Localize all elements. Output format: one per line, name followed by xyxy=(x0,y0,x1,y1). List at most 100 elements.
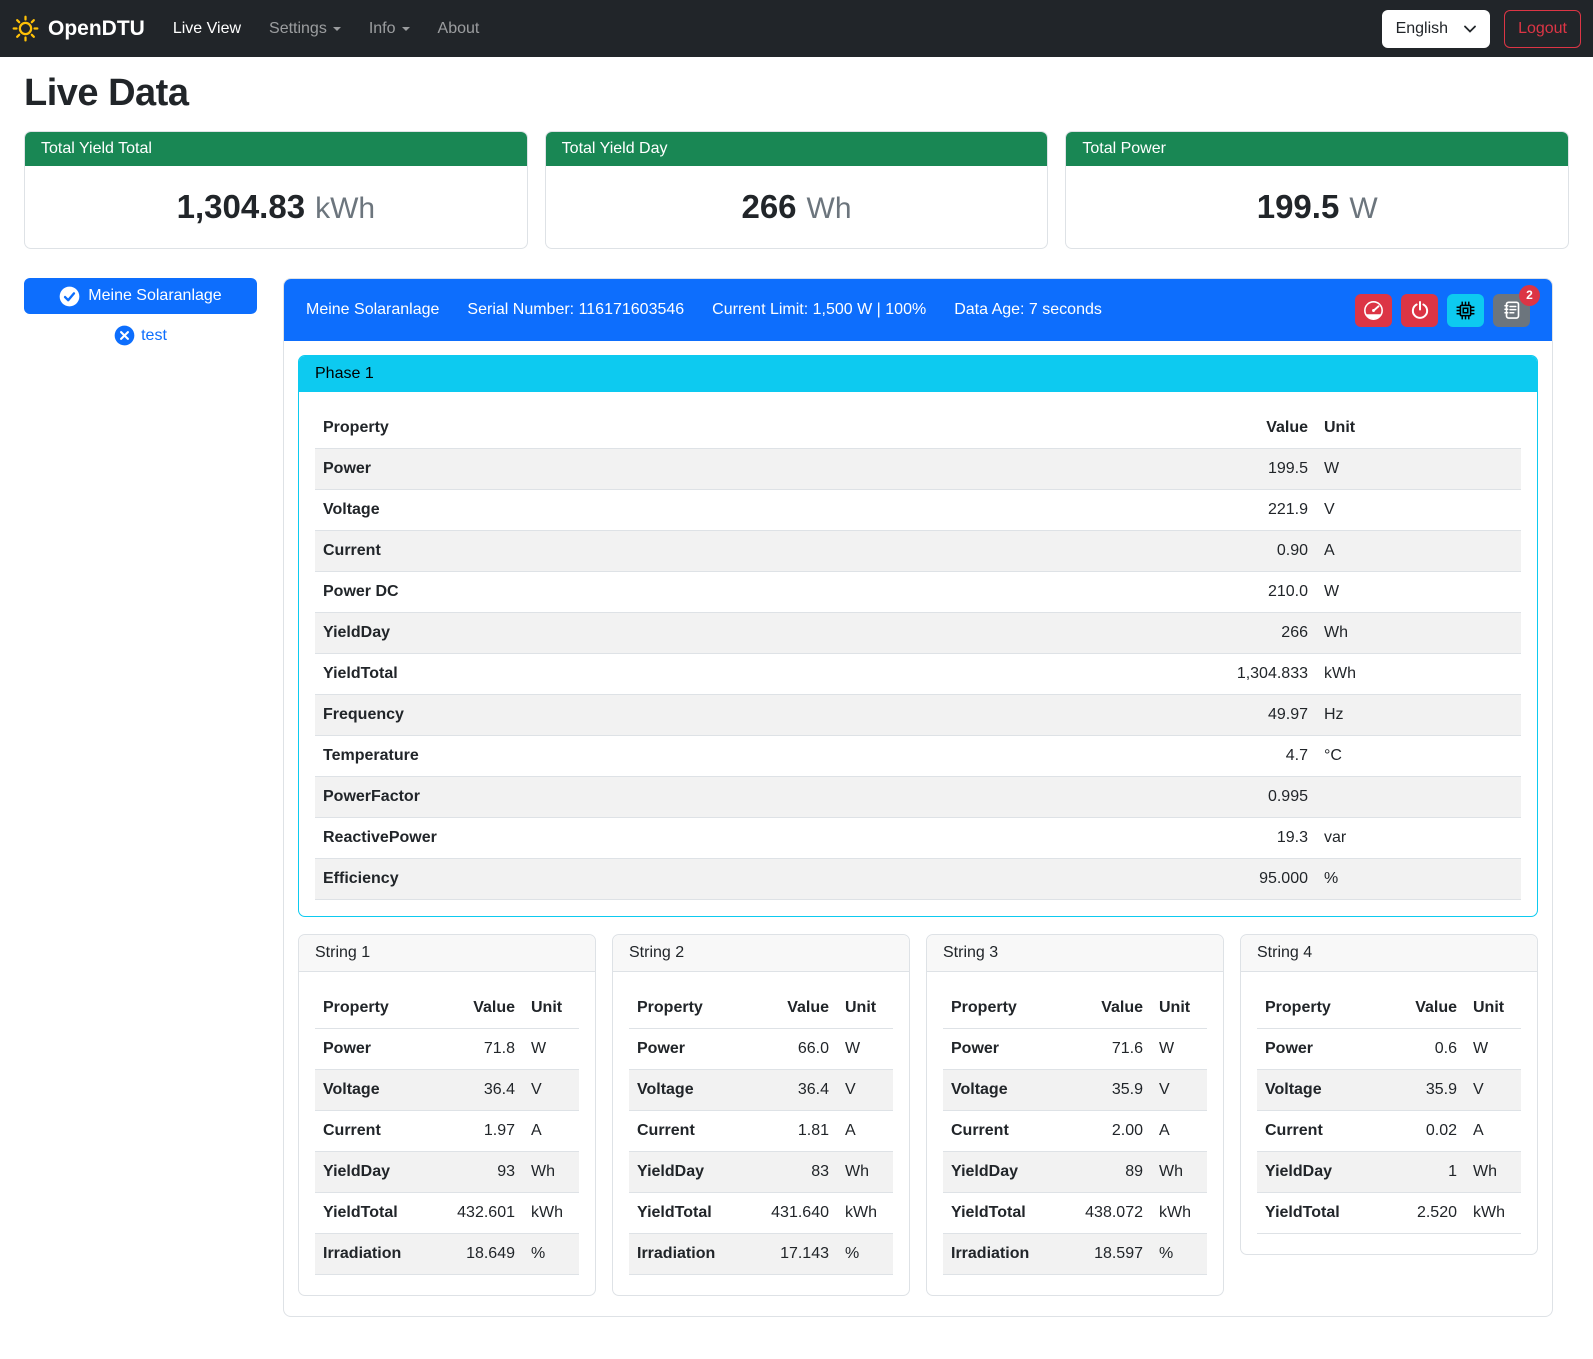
string-3-table: Property Value Unit Power 71.6 W xyxy=(943,988,1207,1275)
table-row: Power 66.0 W xyxy=(629,1029,893,1070)
inverter-test-link[interactable]: test xyxy=(114,325,167,346)
string-4-table: Property Value Unit Power 0.6 W xyxy=(1257,988,1521,1234)
row-property: Power xyxy=(943,1029,1063,1070)
inverter-limit: Current Limit: 1,500 W | 100% xyxy=(712,301,926,319)
row-value: 4.7 xyxy=(1186,736,1316,777)
nav-link-live-view[interactable]: Live View xyxy=(159,12,255,46)
table-row: Current 0.90 A xyxy=(315,531,1521,572)
inverter-sidebar: Meine Solaranlage test xyxy=(24,278,257,346)
table-row: Voltage 36.4 V xyxy=(315,1070,579,1111)
table-row: Irradiation 18.597 % xyxy=(943,1234,1207,1275)
nav-link-about[interactable]: About xyxy=(424,12,494,46)
column-unit: Unit xyxy=(523,988,579,1029)
string-card-header: String 2 xyxy=(613,935,909,972)
chevron-down-icon xyxy=(333,27,341,31)
row-unit: kWh xyxy=(1465,1193,1521,1234)
row-property: ReactivePower xyxy=(315,818,1186,859)
card-header: Total Yield Day xyxy=(546,132,1048,166)
column-property: Property xyxy=(1257,988,1377,1029)
table-row: Voltage 35.9 V xyxy=(1257,1070,1521,1111)
row-value: 93 xyxy=(435,1152,523,1193)
cpu-icon xyxy=(1455,300,1476,321)
column-value: Value xyxy=(1377,988,1465,1029)
row-property: Current xyxy=(315,1111,435,1152)
string-1-table: Property Value Unit Power 71.8 W xyxy=(315,988,579,1275)
row-unit: % xyxy=(1316,859,1521,900)
brand[interactable]: OpenDTU xyxy=(12,15,145,42)
row-unit: A xyxy=(837,1111,893,1152)
total-yield-total-value: 1,304.83 xyxy=(177,188,305,226)
table-row: Frequency 49.97 Hz xyxy=(315,695,1521,736)
row-property: YieldDay xyxy=(315,613,1186,654)
row-unit: V xyxy=(1316,490,1521,531)
row-value: 2.520 xyxy=(1377,1193,1465,1234)
table-row: Power 0.6 W xyxy=(1257,1029,1521,1070)
language-select[interactable]: English xyxy=(1382,10,1490,48)
row-value: 18.597 xyxy=(1063,1234,1151,1275)
column-property: Property xyxy=(315,988,435,1029)
row-unit: kWh xyxy=(1151,1193,1207,1234)
column-unit: Unit xyxy=(837,988,893,1029)
string-4-card: String 4 Property Value Unit xyxy=(1240,934,1538,1255)
row-property: Voltage xyxy=(1257,1070,1377,1111)
table-header-row: Property Value Unit xyxy=(1257,988,1521,1029)
row-value: 1 xyxy=(1377,1152,1465,1193)
row-value: 36.4 xyxy=(749,1070,837,1111)
row-value: 2.00 xyxy=(1063,1111,1151,1152)
device-info-button[interactable] xyxy=(1447,294,1484,327)
string-card-header: String 3 xyxy=(927,935,1223,972)
check-circle-icon xyxy=(59,286,80,307)
summary-cards: Total Yield Total 1,304.83 kWh Total Yie… xyxy=(24,131,1569,249)
row-unit: °C xyxy=(1316,736,1521,777)
navbar: OpenDTU Live View Settings Info About En… xyxy=(0,0,1593,57)
row-property: Power xyxy=(315,449,1186,490)
string-card-header: String 1 xyxy=(299,935,595,972)
row-unit: W xyxy=(1316,572,1521,613)
table-row: Current 0.02 A xyxy=(1257,1111,1521,1152)
row-property: Irradiation xyxy=(315,1234,435,1275)
table-row: Efficiency 95.000 % xyxy=(315,859,1521,900)
card-total-yield-total: Total Yield Total 1,304.83 kWh xyxy=(24,131,528,249)
row-property: Current xyxy=(1257,1111,1377,1152)
column-value: Value xyxy=(1186,408,1316,449)
row-unit: W xyxy=(1151,1029,1207,1070)
column-property: Property xyxy=(315,408,1186,449)
string-3-card: String 3 Property Value Unit xyxy=(926,934,1224,1296)
power-button[interactable] xyxy=(1401,294,1438,327)
column-property: Property xyxy=(629,988,749,1029)
row-property: YieldTotal xyxy=(629,1193,749,1234)
row-value: 1,304.833 xyxy=(1186,654,1316,695)
table-row: Irradiation 18.649 % xyxy=(315,1234,579,1275)
table-row: YieldTotal 1,304.833 kWh xyxy=(315,654,1521,695)
total-yield-day-value: 266 xyxy=(741,188,796,226)
table-row: YieldTotal 2.520 kWh xyxy=(1257,1193,1521,1234)
row-property: Power xyxy=(1257,1029,1377,1070)
row-property: YieldDay xyxy=(629,1152,749,1193)
nav-link-settings[interactable]: Settings xyxy=(255,12,355,46)
row-value: 1.97 xyxy=(435,1111,523,1152)
table-row: PowerFactor 0.995 xyxy=(315,777,1521,818)
nav-link-info[interactable]: Info xyxy=(355,12,424,46)
table-row: Current 1.81 A xyxy=(629,1111,893,1152)
row-property: YieldTotal xyxy=(315,1193,435,1234)
row-value: 71.6 xyxy=(1063,1029,1151,1070)
string-2-table: Property Value Unit Power 66.0 W xyxy=(629,988,893,1275)
row-value: 17.143 xyxy=(749,1234,837,1275)
row-property: Temperature xyxy=(315,736,1186,777)
logout-button[interactable]: Logout xyxy=(1504,10,1581,48)
table-row: Current 1.97 A xyxy=(315,1111,579,1152)
strings-row: String 1 Property Value Unit xyxy=(298,934,1538,1296)
row-property: Irradiation xyxy=(943,1234,1063,1275)
inverter-select-button[interactable]: Meine Solaranlage xyxy=(24,278,257,314)
limit-settings-button[interactable] xyxy=(1355,294,1392,327)
row-value: 1.81 xyxy=(749,1111,837,1152)
row-unit: Wh xyxy=(523,1152,579,1193)
row-value: 221.9 xyxy=(1186,490,1316,531)
table-row: Power 71.8 W xyxy=(315,1029,579,1070)
row-value: 66.0 xyxy=(749,1029,837,1070)
row-unit: V xyxy=(523,1070,579,1111)
event-log-button[interactable]: 2 xyxy=(1493,294,1530,327)
card-total-yield-day: Total Yield Day 266 Wh xyxy=(545,131,1049,249)
table-row: Voltage 35.9 V xyxy=(943,1070,1207,1111)
row-value: 35.9 xyxy=(1063,1070,1151,1111)
